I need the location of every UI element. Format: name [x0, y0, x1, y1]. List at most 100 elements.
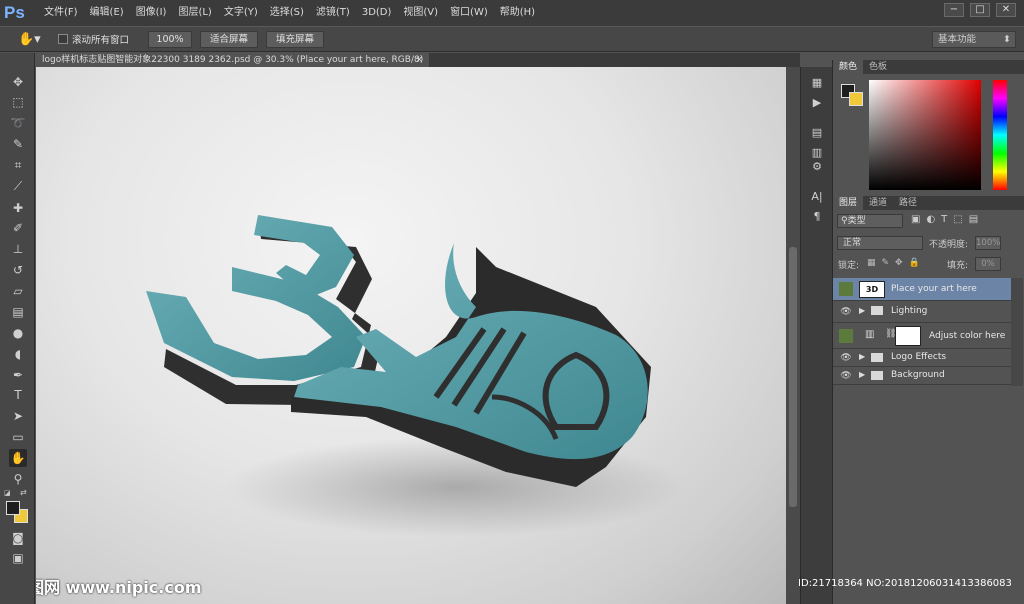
menu-items: 文件(F) 编辑(E) 图像(I) 图层(L) 文字(Y) 选择(S) 滤镜(T) 3D(D)… [38, 0, 541, 26]
adjustments-panel-icon[interactable]: ▤ [809, 125, 825, 141]
history-panel-icon[interactable]: ▦ [809, 75, 825, 91]
chevron-down-icon: ⬍ [1003, 34, 1011, 45]
scrollbar-thumb[interactable] [789, 247, 797, 507]
document-tab[interactable]: logo样机标志贴图智能对象22300 3189 2362.psd @ 30.3… [36, 53, 429, 67]
color-bg-swatch[interactable] [849, 92, 863, 106]
menu-item[interactable]: 文件(F) [38, 0, 84, 26]
menu-item[interactable]: 图层(L) [172, 0, 217, 26]
screen-mode-icon[interactable]: ▣ [9, 549, 27, 567]
expand-arrow-icon[interactable]: ▶ [859, 306, 865, 315]
tab-color[interactable]: 颜色 [833, 60, 864, 74]
hue-slider[interactable] [993, 80, 1007, 190]
dodge-tool-icon[interactable]: ◖ [9, 345, 27, 363]
eye-icon[interactable]: 👁 [839, 305, 853, 319]
layers-list: 3D Place your art here 👁 ▶ Lighting ▥ ⛓ … [833, 278, 1011, 385]
expand-arrow-icon[interactable]: ▶ [859, 370, 865, 379]
options-bar: ✋▾ 滚动所有窗口 100% 适合屏幕 填充屏幕 基本功能 ⬍ [0, 26, 1024, 52]
menu-item[interactable]: 选择(S) [264, 0, 310, 26]
layer-filter-select[interactable]: ⚲类型 [837, 214, 903, 228]
close-button[interactable]: ✕ [996, 3, 1016, 17]
lasso-tool-icon[interactable]: ➰ [9, 114, 27, 132]
workspace-value: 基本功能 [938, 34, 977, 45]
paragraph-panel-icon[interactable]: ¶ [809, 209, 825, 225]
tab-close-icon[interactable]: × [415, 53, 423, 67]
hand-tool-icon[interactable]: ✋ [9, 449, 27, 467]
layer-row[interactable]: 3D Place your art here [833, 278, 1011, 301]
eye-icon[interactable]: 👁 [839, 369, 853, 383]
minimize-button[interactable]: − [944, 3, 964, 17]
layer-name: Logo Effects [891, 352, 947, 362]
menu-item[interactable]: 视图(V) [397, 0, 444, 26]
quick-mask-icon[interactable]: ◙ [9, 529, 27, 547]
gradient-tool-icon[interactable]: ▤ [9, 303, 27, 321]
zoom-100-button[interactable]: 100% [148, 31, 192, 48]
color-panel-tabs: 颜色 色板 [833, 60, 1024, 74]
swap-colors-icon[interactable]: ⇄ [20, 488, 30, 497]
folder-icon [871, 306, 883, 315]
foreground-color-swatch[interactable] [6, 501, 20, 515]
scroll-all-label: 滚动所有窗口 [72, 35, 130, 46]
right-panels: 颜色 色板 图层 通道 路径 ⚲类型 ▣◐T⬚▤ 正常 不透明度: 100% 锁… [832, 60, 1024, 604]
layer-row[interactable]: 👁 ▶ Logo Effects [833, 349, 1011, 367]
menu-bar: Ps 文件(F) 编辑(E) 图像(I) 图层(L) 文字(Y) 选择(S) 滤镜(T) 3D… [0, 0, 1024, 26]
fill-input[interactable]: 0% [975, 257, 1001, 271]
menu-item[interactable]: 编辑(E) [84, 0, 130, 26]
layers-scrollbar[interactable] [1011, 278, 1023, 386]
document-canvas[interactable]: 昵图网 www.nipic.com [36, 67, 786, 604]
eraser-tool-icon[interactable]: ▱ [9, 282, 27, 300]
type-tool-icon[interactable]: T [9, 386, 27, 404]
path-select-tool-icon[interactable]: ➤ [9, 407, 27, 425]
canvas-vertical-scrollbar[interactable] [786, 67, 800, 604]
menu-item[interactable]: 图像(I) [130, 0, 173, 26]
photoshop-logo: Ps [4, 3, 25, 22]
healing-brush-tool-icon[interactable]: ✚ [9, 199, 27, 217]
move-tool-icon[interactable]: ✥ [9, 73, 27, 91]
eye-icon[interactable]: 👁 [839, 351, 853, 365]
menu-item[interactable]: 滤镜(T) [310, 0, 356, 26]
menu-item[interactable]: 文字(Y) [218, 0, 264, 26]
restore-button[interactable]: □ [970, 3, 990, 17]
blur-tool-icon[interactable]: ● [9, 324, 27, 342]
tab-layers[interactable]: 图层 [833, 196, 864, 210]
menu-item[interactable]: 3D(D) [356, 0, 398, 26]
eyedropper-tool-icon[interactable]: ⟋ [9, 177, 27, 195]
blend-mode-select[interactable]: 正常 [837, 236, 923, 250]
color-picker-field[interactable] [869, 80, 981, 190]
3d-logo-artwork [146, 215, 686, 537]
fit-screen-button[interactable]: 适合屏幕 [200, 31, 258, 48]
document-tab-bar: logo样机标志贴图智能对象22300 3189 2362.psd @ 30.3… [36, 53, 800, 67]
pen-tool-icon[interactable]: ✒ [9, 366, 27, 384]
crop-tool-icon[interactable]: ⌗ [9, 156, 27, 174]
tab-channels[interactable]: 通道 [863, 196, 893, 210]
menu-item[interactable]: 窗口(W) [444, 0, 494, 26]
workspace-select[interactable]: 基本功能 ⬍ [932, 31, 1016, 48]
panel-icon-strip: ▦ ▶ ▤ ▥ ⚙ A| ¶ [800, 67, 832, 604]
default-colors-icon[interactable]: ◪ [4, 489, 14, 497]
quick-select-tool-icon[interactable]: ✎ [9, 135, 27, 153]
layer-row[interactable]: 👁 ▶ Background [833, 367, 1011, 385]
tab-swatches[interactable]: 色板 [863, 60, 893, 74]
actions-panel-icon[interactable]: ▶ [809, 95, 825, 111]
rectangle-tool-icon[interactable]: ▭ [9, 428, 27, 446]
visibility-toggle-icon[interactable] [839, 329, 853, 343]
tab-paths[interactable]: 路径 [893, 196, 923, 210]
fill-label: 填充: [947, 261, 969, 271]
scroll-all-checkbox[interactable] [58, 34, 68, 44]
character-panel-icon[interactable]: A| [809, 189, 825, 205]
visibility-toggle-icon[interactable] [839, 282, 853, 296]
expand-arrow-icon[interactable]: ▶ [859, 352, 865, 361]
brush-tool-icon[interactable]: ✐ [9, 219, 27, 237]
clone-stamp-tool-icon[interactable]: ⊥ [9, 240, 27, 258]
marquee-tool-icon[interactable]: ⬚ [9, 93, 27, 111]
smart-object-thumbnail: 3D [859, 281, 885, 298]
layer-row[interactable]: 👁 ▶ Lighting [833, 301, 1011, 323]
opacity-input[interactable]: 100% [975, 236, 1001, 250]
hand-tool-preset-icon[interactable]: ✋▾ [18, 31, 44, 49]
layer-row[interactable]: ▥ ⛓ Adjust color here [833, 323, 1011, 349]
brush-presets-panel-icon[interactable]: ⚙ [809, 159, 825, 175]
fill-screen-button[interactable]: 填充屏幕 [266, 31, 324, 48]
history-brush-tool-icon[interactable]: ↺ [9, 261, 27, 279]
zoom-tool-icon[interactable]: ⚲ [9, 470, 27, 488]
menu-item[interactable]: 帮助(H) [494, 0, 541, 26]
adjustment-layer-icon: ▥ [865, 329, 875, 340]
